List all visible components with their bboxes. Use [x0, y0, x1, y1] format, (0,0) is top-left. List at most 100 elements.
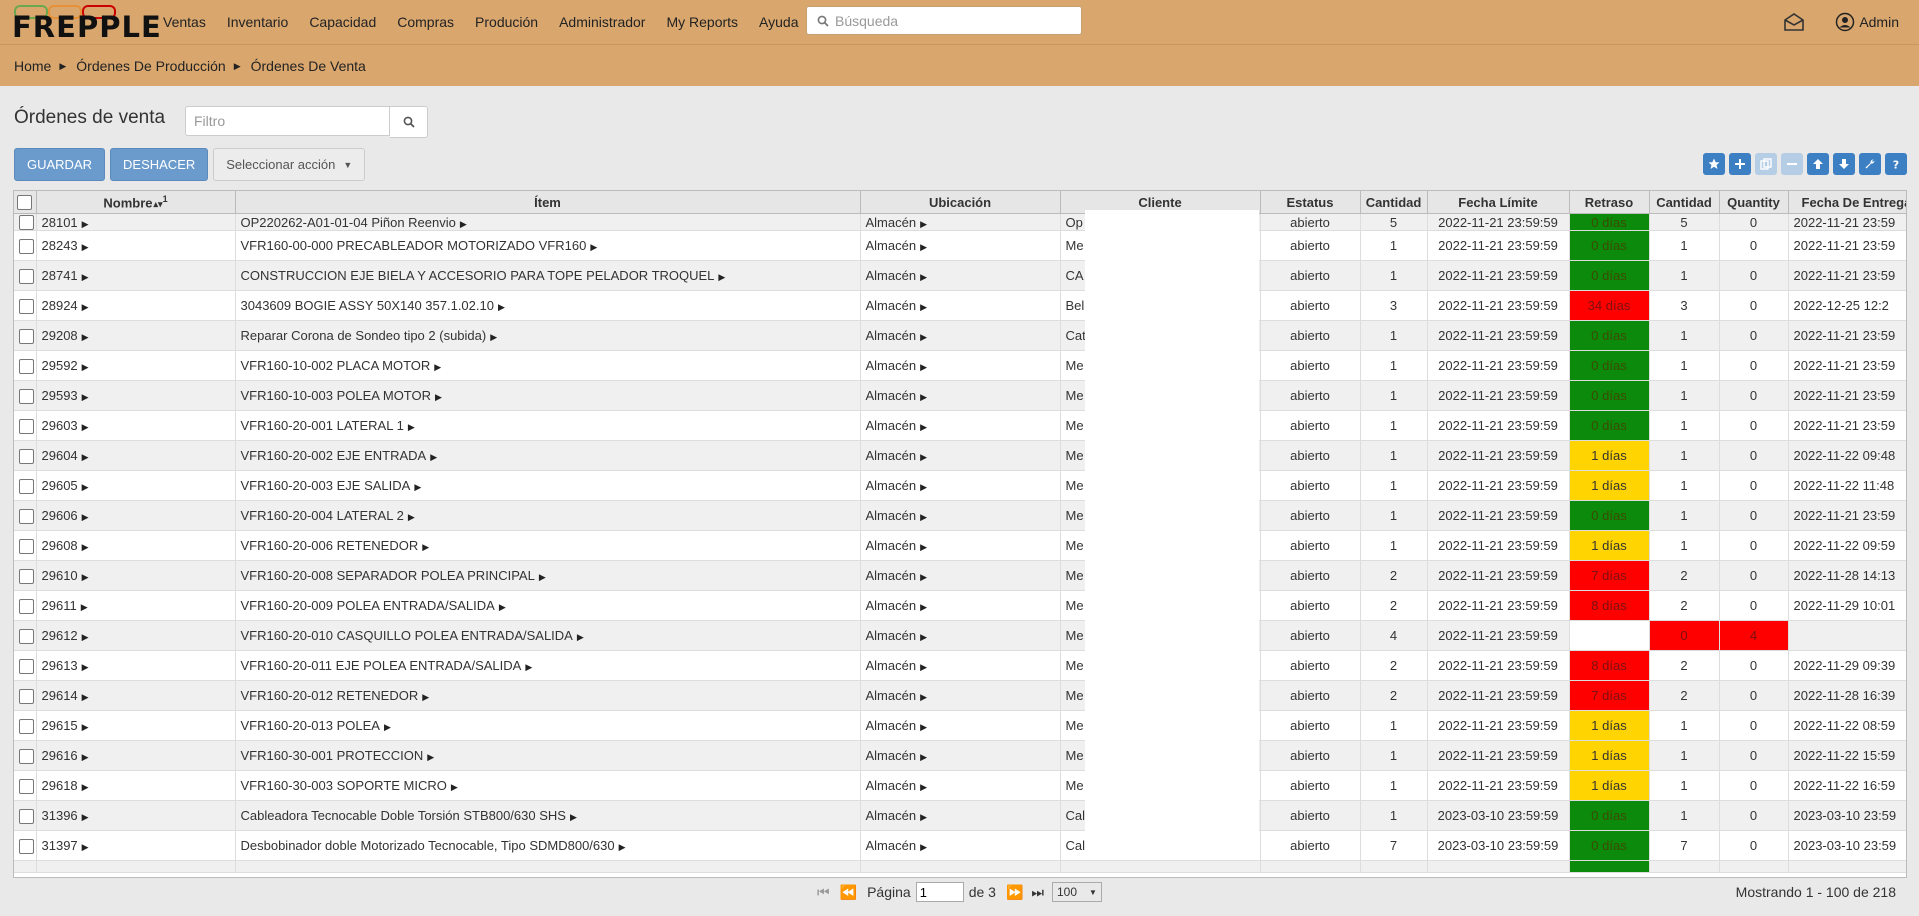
due-date-cell[interactable]: 2022-11-21 23:59:59: [1427, 290, 1570, 322]
caret-right-icon[interactable]: ▶: [82, 542, 89, 552]
order-name-cell[interactable]: 29593 ▶: [36, 380, 236, 412]
table-row[interactable]: 29608 ▶ VFR160-20-006 RETENEDOR ▶ Almacén ▶ Me…: [14, 530, 1906, 562]
caret-right-icon[interactable]: ▶: [82, 662, 89, 672]
location-cell[interactable]: Almacén ▶: [860, 290, 1061, 322]
breadcrumb-item[interactable]: Home: [14, 58, 51, 74]
caret-right-icon[interactable]: ▶: [920, 362, 927, 372]
quantity-cell[interactable]: 2: [1360, 560, 1428, 592]
filter-input[interactable]: [185, 106, 391, 136]
caret-right-icon[interactable]: ▶: [539, 572, 546, 582]
import-button[interactable]: [1833, 153, 1855, 175]
location-cell[interactable]: Almacén ▶: [860, 380, 1061, 412]
quantity-cell[interactable]: 2: [1360, 650, 1428, 682]
order-name-cell[interactable]: 29610 ▶: [36, 560, 236, 592]
quantity-cell[interactable]: 7: [1360, 830, 1428, 862]
quantity-cell[interactable]: 1: [1360, 740, 1428, 772]
caret-right-icon[interactable]: ▶: [422, 542, 429, 552]
caret-right-icon[interactable]: ▶: [920, 752, 927, 762]
quantity-cell[interactable]: 1: [1360, 530, 1428, 562]
row-checkbox[interactable]: [19, 358, 34, 374]
row-checkbox[interactable]: [19, 448, 34, 464]
order-name-cell[interactable]: 29615 ▶: [36, 710, 236, 742]
due-date-cell[interactable]: 2022-11-21 23:59:59: [1427, 410, 1570, 442]
caret-right-icon[interactable]: ▶: [435, 392, 442, 402]
order-name-cell[interactable]: 29616 ▶: [36, 740, 236, 772]
breadcrumb-item[interactable]: Órdenes De Producción: [76, 58, 225, 74]
status-cell[interactable]: abierto: [1260, 440, 1361, 472]
caret-right-icon[interactable]: ▶: [82, 332, 89, 342]
location-cell[interactable]: Almacén ▶: [860, 590, 1061, 622]
caret-right-icon[interactable]: ▶: [414, 482, 421, 492]
order-name-cell[interactable]: 31397 ▶: [36, 830, 236, 862]
table-row[interactable]: 29592 ▶ VFR160-10-002 PLACA MOTOR ▶ Almacén ▶…: [14, 350, 1906, 382]
caret-right-icon[interactable]: ▶: [82, 752, 89, 762]
status-cell[interactable]: abierto: [1260, 830, 1361, 862]
quantity-cell[interactable]: 1: [1360, 710, 1428, 742]
order-name-cell[interactable]: 29603 ▶: [36, 410, 236, 442]
table-row[interactable]: 29208 ▶ Reparar Corona de Sondeo tipo 2 (s…: [14, 320, 1906, 352]
page-input[interactable]: [915, 882, 964, 902]
location-cell[interactable]: Almacén ▶: [860, 530, 1061, 562]
location-cell[interactable]: Almacén ▶: [860, 440, 1061, 472]
caret-right-icon[interactable]: ▶: [82, 812, 89, 822]
quantity-cell[interactable]: 3: [1360, 290, 1428, 322]
select-action-dropdown[interactable]: Seleccionar acción ▼: [213, 148, 366, 181]
table-row[interactable]: 29613 ▶ VFR160-20-011 EJE POLEA ENTRADA/SA…: [14, 650, 1906, 682]
location-cell[interactable]: Almacén ▶: [860, 680, 1061, 712]
nav-menu-item[interactable]: Compras: [397, 14, 454, 30]
quantity-cell[interactable]: 4: [1360, 620, 1428, 652]
nav-menu-item[interactable]: My Reports: [666, 14, 738, 30]
caret-right-icon[interactable]: ▶: [920, 662, 927, 672]
quantity-cell[interactable]: 1: [1360, 440, 1428, 472]
first-page-icon[interactable]: ⏮: [817, 884, 830, 901]
status-cell[interactable]: abierto: [1260, 260, 1361, 292]
caret-right-icon[interactable]: ▶: [525, 662, 532, 672]
location-cell[interactable]: Almacén ▶: [860, 500, 1061, 532]
status-cell[interactable]: abierto: [1260, 410, 1361, 442]
table-row[interactable]: 29618 ▶ VFR160-30-003 SOPORTE MICRO ▶ Almacé…: [14, 770, 1906, 802]
nav-menu-item[interactable]: Ayuda: [759, 14, 798, 30]
due-date-cell[interactable]: 2022-11-21 23:59:59: [1427, 620, 1570, 652]
frepple-logo[interactable]: FREPPLE: [12, 3, 161, 42]
item-cell[interactable]: Cableadora Tecnocable Doble Torsión STB8…: [235, 800, 861, 832]
table-row[interactable]: 29605 ▶ VFR160-20-003 EJE SALIDA ▶ Almacén ▶ M…: [14, 470, 1906, 502]
column-header-status[interactable]: Estatus: [1260, 191, 1361, 214]
table-row[interactable]: 29611 ▶ VFR160-20-009 POLEA ENTRADA/SALIDA…: [14, 590, 1906, 622]
caret-right-icon[interactable]: ▶: [82, 362, 89, 372]
column-header-delay[interactable]: Retraso: [1569, 191, 1650, 214]
caret-right-icon[interactable]: ▶: [920, 272, 927, 282]
quantity-cell[interactable]: 1: [1360, 380, 1428, 412]
location-cell[interactable]: Almacén ▶: [860, 710, 1061, 742]
due-date-cell[interactable]: 2022-11-21 23:59:59: [1427, 230, 1570, 262]
item-cell[interactable]: VFR160-10-003 POLEA MOTOR ▶: [235, 380, 861, 412]
caret-right-icon[interactable]: ▶: [920, 482, 927, 492]
order-name-cell[interactable]: 31396 ▶: [36, 800, 236, 832]
caret-right-icon[interactable]: ▶: [498, 302, 505, 312]
caret-right-icon[interactable]: ▶: [920, 332, 927, 342]
table-row[interactable]: 29610 ▶ VFR160-20-008 SEPARADOR POLEA PRIN…: [14, 560, 1906, 592]
table-row[interactable]: 29614 ▶ VFR160-20-012 RETENEDOR ▶ Almacén ▶ Me…: [14, 680, 1906, 712]
table-row[interactable]: 28243 ▶ VFR160-00-000 PRECABLEADOR MOTORIZ…: [14, 230, 1906, 262]
caret-right-icon[interactable]: ▶: [82, 242, 89, 252]
global-search[interactable]: [806, 6, 1082, 35]
item-cell[interactable]: Desbobinador doble Motorizado Tecnocable…: [235, 830, 861, 862]
row-checkbox[interactable]: [19, 748, 34, 764]
location-cell[interactable]: Almacén ▶: [860, 350, 1061, 382]
due-date-cell[interactable]: 2022-11-21 23:59:59: [1427, 320, 1570, 352]
status-cell[interactable]: abierto: [1260, 320, 1361, 352]
item-cell[interactable]: 3043609 BOGIE ASSY 50X140 357.1.02.10 ▶: [235, 290, 861, 322]
due-date-cell[interactable]: 2022-11-21 23:59:59: [1427, 380, 1570, 412]
row-checkbox[interactable]: [19, 718, 34, 734]
caret-right-icon[interactable]: ▶: [490, 332, 497, 342]
caret-right-icon[interactable]: ▶: [577, 632, 584, 642]
column-header-item[interactable]: Ítem: [235, 191, 861, 214]
location-cell[interactable]: Almacén ▶: [860, 650, 1061, 682]
caret-right-icon[interactable]: ▶: [422, 692, 429, 702]
table-row[interactable]: 29593 ▶ VFR160-10-003 POLEA MOTOR ▶ Almacén ▶…: [14, 380, 1906, 412]
due-date-cell[interactable]: 2022-11-21 23:59:59: [1427, 740, 1570, 772]
order-name-cell[interactable]: 29611 ▶: [36, 590, 236, 622]
column-header-location[interactable]: Ubicación: [860, 191, 1061, 214]
row-checkbox[interactable]: [19, 298, 34, 314]
order-name-cell[interactable]: 29592 ▶: [36, 350, 236, 382]
due-date-cell[interactable]: 2022-11-21 23:59:59: [1427, 710, 1570, 742]
